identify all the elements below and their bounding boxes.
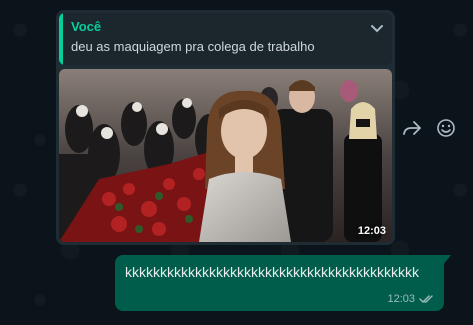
quoted-reply[interactable]: Você deu as maquiagem pra colega de trab… bbox=[59, 13, 392, 65]
chevron-down-icon[interactable] bbox=[370, 24, 384, 34]
emoji-icon[interactable] bbox=[434, 116, 458, 140]
quote-text: deu as maquiagem pra colega de trabalho bbox=[71, 39, 315, 54]
bubble-tail bbox=[443, 255, 451, 265]
message-timestamp: 12:03 bbox=[387, 293, 415, 305]
photo-attachment[interactable]: 12:03 bbox=[59, 69, 392, 242]
quote-accent-bar bbox=[59, 13, 63, 65]
double-check-icon bbox=[419, 295, 433, 303]
message-meta: 12:03 bbox=[387, 293, 435, 305]
message-actions bbox=[400, 116, 458, 140]
message-text: kkkkkkkkkkkkkkkkkkkkkkkkkkkkkkkkkkkkkkkk… bbox=[125, 264, 419, 280]
photo-timestamp: 12:03 bbox=[357, 225, 386, 237]
photo-image bbox=[59, 69, 392, 242]
forward-icon[interactable] bbox=[400, 116, 424, 140]
outgoing-message-bubble[interactable]: kkkkkkkkkkkkkkkkkkkkkkkkkkkkkkkkkkkkkkkk… bbox=[115, 255, 451, 311]
quote-author: Você bbox=[71, 19, 102, 34]
media-message-bubble[interactable]: Você deu as maquiagem pra colega de trab… bbox=[56, 10, 395, 245]
